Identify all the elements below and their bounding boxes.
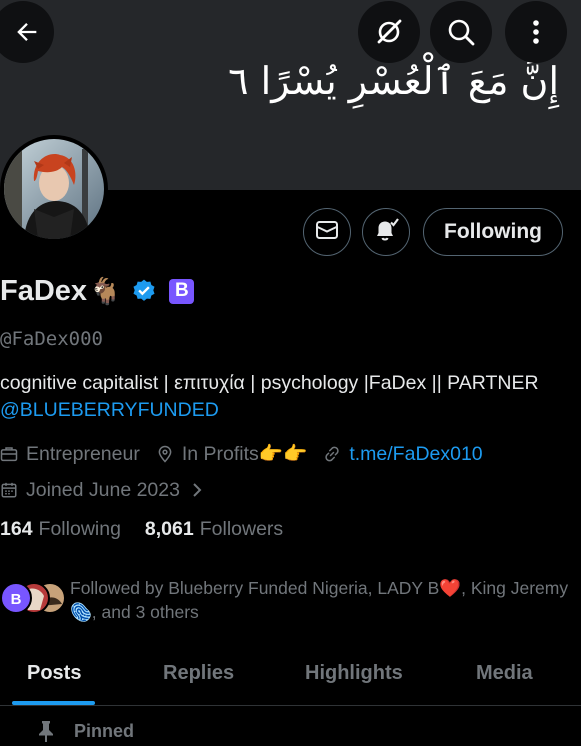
display-name: FaDex	[0, 274, 88, 307]
calendar-icon	[0, 481, 26, 499]
following-stat[interactable]: 164 Following	[0, 518, 145, 541]
location: In Profits👉👉	[156, 442, 308, 466]
tab-highlights[interactable]: Highlights	[305, 662, 403, 685]
arrow-left-icon	[13, 18, 41, 46]
tab-replies[interactable]: Replies	[163, 662, 234, 685]
following-label: Following	[38, 518, 121, 540]
banner-arabic-text: إِنَّ مَعَ ٱلْعُسْرِ يُسْرًا ٦	[228, 59, 559, 103]
followed-by[interactable]: B Followed by Blueberry Funded Nigeria, …	[0, 576, 580, 624]
profile-meta: Entrepreneur In Profits👉👉 t.me/FaDex010	[0, 440, 499, 468]
grok-icon	[374, 17, 404, 47]
location-pin-icon	[156, 445, 182, 463]
location-label: In Profits👉👉	[181, 443, 308, 465]
more-button[interactable]	[505, 1, 567, 63]
category-label: Entrepreneur	[26, 442, 140, 465]
active-tab-indicator	[12, 701, 95, 705]
following-count: 164	[0, 518, 33, 540]
more-vertical-icon	[531, 17, 541, 47]
verified-icon[interactable]	[131, 278, 157, 304]
bio-mention-link[interactable]: @BLUEBERRYFUNDED	[0, 397, 575, 424]
pinned-label: Pinned	[74, 720, 135, 741]
link-icon	[323, 445, 349, 463]
follow-stats: 164 Following 8,061 Followers	[0, 518, 307, 541]
website-link[interactable]: t.me/FaDex010	[349, 443, 482, 466]
bio-text: cognitive capitalist | επιτυχία | psycho…	[0, 372, 539, 394]
following-button[interactable]: Following	[423, 208, 563, 256]
briefcase-icon	[0, 445, 26, 463]
tab-posts[interactable]: Posts	[27, 662, 81, 685]
notifications-button[interactable]	[362, 208, 410, 256]
message-button[interactable]	[303, 208, 351, 256]
profile-handle: @FaDex000	[0, 328, 103, 350]
joined: Joined June 2023	[0, 479, 180, 502]
joined-label: Joined June 2023	[26, 478, 180, 501]
search-icon	[446, 17, 476, 47]
bio: cognitive capitalist | επιτυχία | psycho…	[0, 370, 575, 424]
website[interactable]: t.me/FaDex010	[323, 443, 483, 466]
followers-count: 8,061	[144, 518, 194, 540]
followed-by-text: Followed by Blueberry Funded Nigeria, LA…	[70, 578, 569, 622]
bell-check-icon	[372, 216, 400, 249]
followers-label: Followers	[199, 518, 284, 540]
avatar[interactable]	[0, 135, 108, 243]
search-button[interactable]	[430, 1, 492, 63]
affiliate-badge[interactable]: B	[169, 278, 195, 304]
name-emoji: 🐐	[89, 275, 122, 306]
name-row: FaDex 🐐 B	[0, 272, 195, 310]
svg-text:B: B	[11, 591, 22, 608]
grok-button[interactable]	[358, 1, 420, 63]
chevron-right-icon	[190, 481, 204, 499]
envelope-icon	[315, 218, 339, 247]
pinned-label-row: Pinned	[36, 720, 134, 742]
pin-icon	[36, 720, 74, 742]
category: Entrepreneur	[0, 443, 140, 466]
joined-row[interactable]: Joined June 2023	[0, 476, 204, 504]
followers-stat[interactable]: 8,061 Followers	[145, 518, 307, 541]
profile-tabs: Posts Replies Highlights Media	[0, 648, 581, 706]
follower-avatars: B	[0, 576, 66, 622]
tab-media[interactable]: Media	[476, 662, 533, 685]
